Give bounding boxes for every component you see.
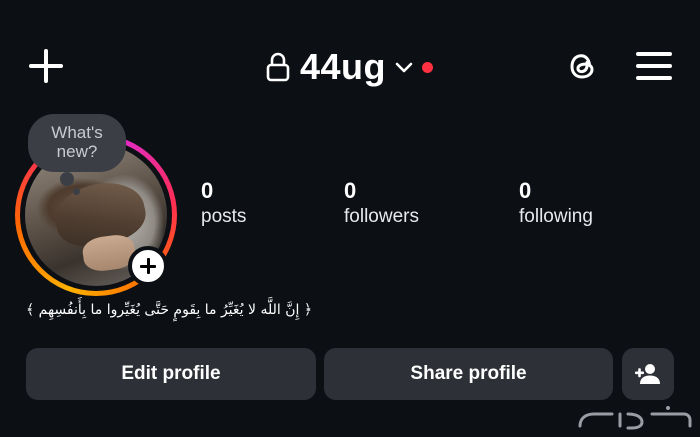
followers-label: followers (344, 206, 419, 227)
hamburger-menu-icon[interactable] (636, 50, 672, 82)
note-placeholder: What's new? (51, 123, 103, 161)
following-label: following (519, 206, 593, 227)
discover-people-button[interactable] (622, 348, 674, 400)
following-count: 0 (519, 178, 532, 203)
edit-profile-button[interactable]: Edit profile (26, 348, 316, 400)
share-profile-button[interactable]: Share profile (324, 348, 613, 400)
stat-followers[interactable]: 0 followers (344, 178, 419, 230)
profile-bio: ﴿ إِنَّ اللَّه لا يُغَيِّرُ ما بِقَومٍ ح… (26, 302, 313, 318)
chevron-down-icon (395, 62, 413, 73)
top-bar: 44ug (0, 0, 700, 130)
posts-label: posts (201, 206, 247, 227)
posts-count: 0 (201, 178, 214, 203)
threads-icon[interactable] (562, 46, 602, 86)
create-plus-icon[interactable] (26, 46, 66, 86)
username: 44ug (300, 46, 387, 87)
add-story-plus-icon[interactable] (128, 246, 168, 286)
stat-following[interactable]: 0 following (519, 178, 593, 230)
haraj-watermark-logo (578, 406, 692, 430)
followers-count: 0 (344, 178, 357, 203)
stat-posts[interactable]: 0 posts (201, 178, 246, 230)
add-person-icon (635, 364, 660, 384)
note-bubble[interactable]: What's new? (28, 114, 126, 195)
notification-dot (422, 61, 434, 73)
lock-icon (266, 52, 290, 82)
account-switcher[interactable]: 44ug (266, 44, 434, 90)
